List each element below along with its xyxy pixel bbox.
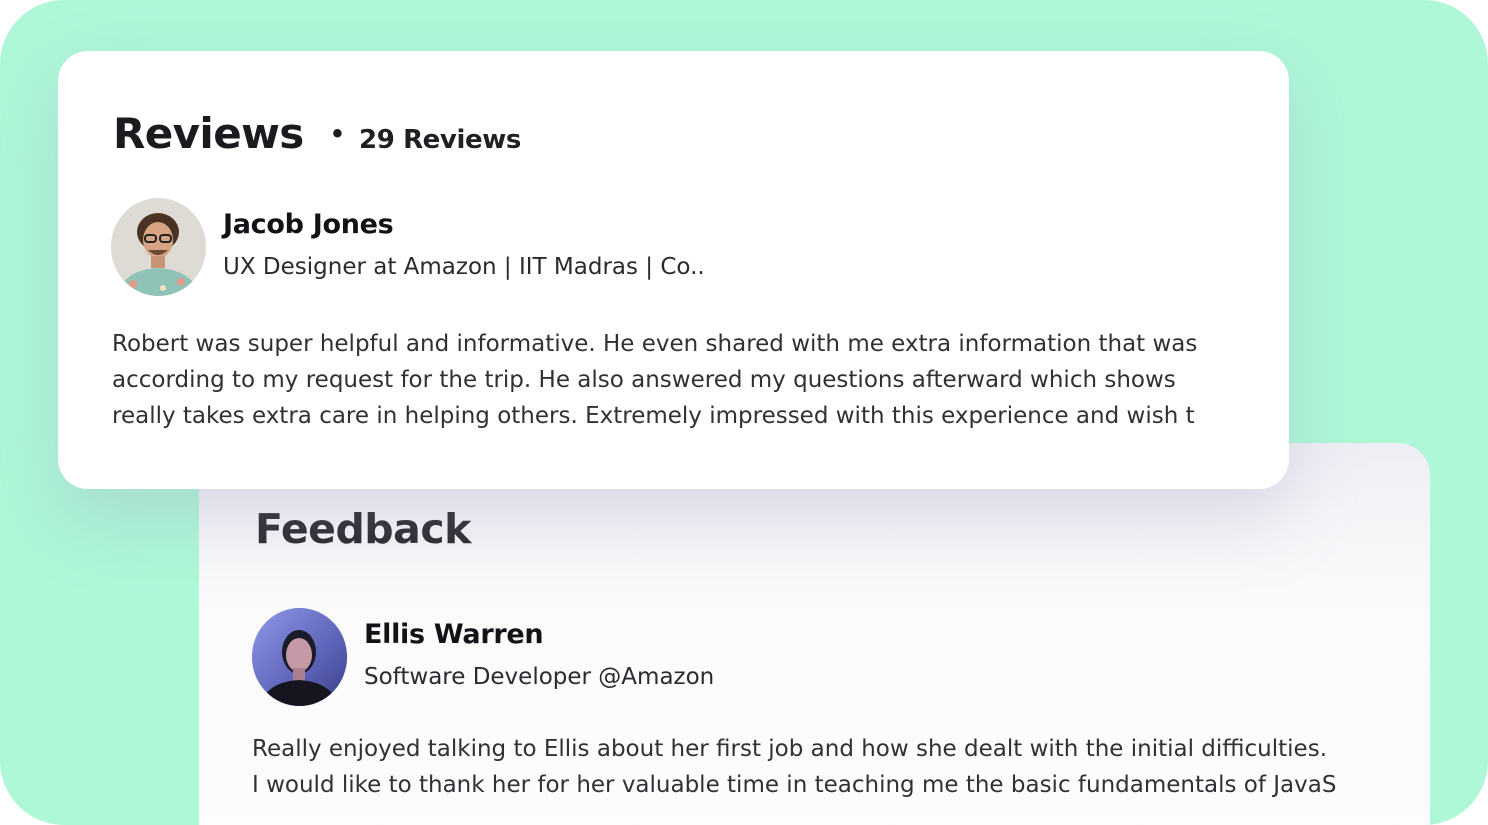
person-avatar-icon <box>252 608 347 706</box>
feedback-text-line: I would like to thank her for her valuab… <box>252 772 1337 798</box>
reviews-count: 29 Reviews <box>359 125 521 155</box>
reviews-header: Reviews • 29 Reviews <box>113 109 521 158</box>
ellis-warren-avatar[interactable] <box>252 608 347 706</box>
separator-dot: • <box>329 120 346 148</box>
reviewer-role: UX Designer at Amazon | IIT Madras | Co.… <box>223 254 705 280</box>
reviews-title: Reviews <box>113 109 304 158</box>
feedback-title: Feedback <box>255 505 471 553</box>
jacob-jones-avatar[interactable] <box>111 198 206 296</box>
feedback-card: Feedback Ellis Warren Software Developer… <box>199 443 1430 825</box>
reviewer-role: Software Developer @Amazon <box>364 664 715 690</box>
reviews-card: Reviews • 29 Reviews Jacob Jones UX Desi… <box>58 51 1289 489</box>
reviewer-name: Jacob Jones <box>223 209 394 240</box>
feedback-text-line: Really enjoyed talking to Ellis about he… <box>252 736 1328 762</box>
review-text-line: really takes extra care in helping other… <box>112 403 1195 429</box>
review-text-line: according to my request for the trip. He… <box>112 367 1176 393</box>
page-background: Feedback Ellis Warren Software Developer… <box>0 0 1488 825</box>
review-text-line: Robert was super helpful and informative… <box>112 331 1198 357</box>
reviewer-name: Ellis Warren <box>364 619 544 650</box>
person-avatar-icon <box>111 198 206 296</box>
feedback-text: Really enjoyed talking to Ellis about he… <box>252 731 1430 803</box>
review-text: Robert was super helpful and informative… <box>112 326 1289 434</box>
